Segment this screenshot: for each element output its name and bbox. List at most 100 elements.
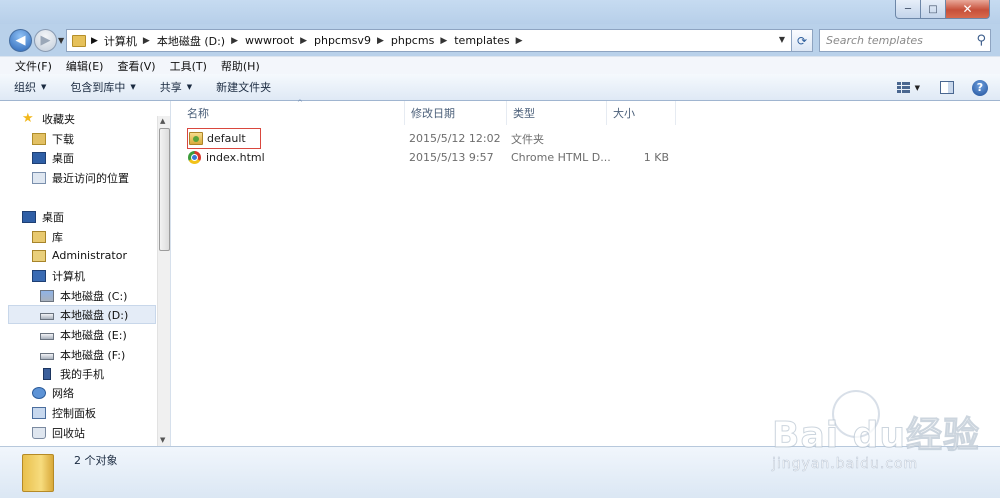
help-icon[interactable]: ?	[972, 79, 988, 96]
preview-pane-icon[interactable]	[940, 81, 954, 94]
drive-icon	[40, 353, 54, 360]
file-name-cell[interactable]: default	[187, 128, 261, 149]
new-folder-button[interactable]: 新建文件夹	[216, 79, 271, 95]
nav-label: 桌面	[52, 151, 74, 165]
nav-computer[interactable]: 计算机	[32, 266, 85, 285]
search-icon[interactable]: ⚲	[976, 33, 986, 48]
view-details-icon[interactable]	[896, 81, 911, 94]
file-name: index.html	[206, 151, 265, 164]
menu-edit[interactable]: 编辑(E)	[59, 58, 111, 74]
breadcrumb-label: phpcmsv9	[314, 34, 371, 47]
nav-desktop[interactable]: 桌面	[22, 207, 64, 226]
breadcrumb-wwwroot[interactable]: wwwroot ▶	[245, 30, 314, 51]
nav-downloads[interactable]: 下载	[32, 129, 74, 148]
column-header-size[interactable]: 大小	[607, 101, 676, 125]
column-header-type[interactable]: 类型	[507, 101, 607, 125]
nav-favorites-desktop[interactable]: 桌面	[32, 148, 74, 167]
close-button[interactable]: ✕	[946, 0, 990, 19]
folder-icon	[189, 132, 203, 145]
desktop-icon	[32, 151, 46, 164]
file-name-cell[interactable]: index.html	[188, 148, 265, 167]
scroll-up-button[interactable]: ▲	[160, 117, 165, 125]
nav-label: 库	[52, 230, 63, 244]
scroll-down-button[interactable]: ▼	[160, 436, 165, 444]
breadcrumb-label: 本地磁盘 (D:)	[156, 34, 226, 48]
breadcrumb-separator[interactable]: ▶	[231, 36, 238, 46]
organize-button[interactable]: 组织 ▼	[14, 79, 46, 95]
include-in-library-button[interactable]: 包含到库中 ▼	[70, 79, 135, 95]
nav-recent-places[interactable]: 最近访问的位置	[32, 168, 129, 187]
nav-drive-c[interactable]: 本地磁盘 (C:)	[40, 286, 127, 305]
breadcrumb-separator[interactable]: ▶	[143, 36, 150, 46]
file-type: 文件夹	[511, 132, 544, 146]
scrollbar-thumb[interactable]	[159, 128, 170, 251]
file-date-modified: 2015/5/13 9:57	[409, 151, 494, 164]
file-size: 1 KB	[643, 151, 669, 164]
nav-drive-f[interactable]: 本地磁盘 (F:)	[40, 345, 125, 364]
refresh-button[interactable]: ⟳	[792, 29, 813, 52]
nav-recycle-bin[interactable]: 回收站	[32, 423, 85, 442]
column-label: 修改日期	[411, 107, 455, 120]
folder-icon	[72, 34, 86, 47]
nav-label: 本地磁盘 (D:)	[60, 308, 129, 322]
column-header-date-modified[interactable]: 修改日期	[405, 101, 507, 125]
menu-tools[interactable]: 工具(T)	[163, 58, 214, 74]
breadcrumb-phpcmsv9[interactable]: phpcmsv9 ▶	[314, 30, 391, 51]
breadcrumb-separator[interactable]: ▶	[516, 36, 523, 46]
nav-control-panel[interactable]: 控制面板	[32, 403, 96, 422]
address-history-dropdown[interactable]: ▼	[779, 35, 785, 44]
title-bar: ─ □ ✕	[0, 0, 1000, 24]
search-input[interactable]: Search templates ⚲	[819, 29, 991, 52]
drive-icon	[40, 313, 54, 320]
breadcrumb-label: templates	[454, 34, 510, 47]
nav-network[interactable]: 网络	[32, 383, 74, 402]
minimize-button[interactable]: ─	[895, 0, 921, 19]
breadcrumb-templates[interactable]: templates ▶	[454, 30, 529, 51]
breadcrumb-computer[interactable]: 计算机 ▶	[104, 30, 157, 51]
star-icon: ★	[22, 110, 34, 126]
nav-my-phone[interactable]: 我的手机	[40, 364, 104, 383]
forward-button[interactable]: ▶	[34, 29, 57, 52]
nav-label: 我的手机	[60, 367, 104, 381]
breadcrumb-drive-d[interactable]: 本地磁盘 (D:) ▶	[157, 30, 245, 51]
file-type: Chrome HTML D...	[511, 151, 611, 164]
breadcrumb-label: phpcms	[390, 34, 435, 47]
nav-label: 下载	[52, 132, 74, 146]
recent-pages-dropdown[interactable]: ▼	[58, 36, 64, 45]
nav-label: 网络	[52, 386, 74, 400]
address-row: ◀ ▶ ▼ ▶ 计算机 ▶ 本地磁盘 (D:) ▶ wwwroot ▶ phpcmsv…	[0, 24, 1000, 56]
watermark-brand: Bai du经验	[771, 415, 981, 457]
nav-user[interactable]: Administrator	[32, 246, 127, 265]
menu-view[interactable]: 查看(V)	[110, 58, 162, 74]
table-row[interactable]: default 2015/5/12 12:02 文件夹	[185, 128, 845, 149]
breadcrumb-phpcms[interactable]: phpcms ▶	[391, 30, 454, 51]
maximize-button[interactable]: □	[921, 0, 946, 19]
nav-favorites[interactable]: ★ 收藏夹	[22, 109, 75, 128]
highlighted-file-name[interactable]: default	[187, 128, 261, 149]
share-button[interactable]: 共享 ▼	[160, 79, 192, 95]
desktop-icon	[22, 210, 36, 223]
item-count: 2 个对象	[74, 454, 118, 467]
nav-label: 控制面板	[52, 406, 96, 420]
breadcrumb-separator[interactable]: ▶	[377, 36, 384, 46]
table-row[interactable]: index.html 2015/5/13 9:57 Chrome HTML D.…	[185, 148, 845, 167]
nav-libraries[interactable]: 库	[32, 227, 63, 246]
nav-label: 最近访问的位置	[52, 171, 129, 185]
downloads-folder-icon	[32, 132, 46, 145]
nav-label: Administrator	[52, 249, 127, 262]
change-view-dropdown[interactable]: ▼	[915, 84, 920, 92]
search-placeholder: Search templates	[826, 34, 923, 47]
breadcrumb-separator[interactable]: ▶	[300, 36, 307, 46]
nav-drive-e[interactable]: 本地磁盘 (E:)	[40, 325, 127, 344]
breadcrumb-separator[interactable]: ▶	[440, 36, 447, 46]
breadcrumb-root-arrow[interactable]: ▶	[91, 30, 98, 51]
back-button[interactable]: ◀	[9, 29, 32, 52]
nav-drive-d[interactable]: 本地磁盘 (D:)	[8, 305, 156, 324]
view-controls: ▼ ?	[896, 74, 1000, 101]
menu-file[interactable]: 文件(F)	[8, 58, 59, 74]
menu-help[interactable]: 帮助(H)	[214, 58, 267, 74]
address-bar[interactable]: ▶ 计算机 ▶ 本地磁盘 (D:) ▶ wwwroot ▶ phpcmsv9 ▶ php…	[66, 29, 792, 52]
navigation-scrollbar[interactable]: ▲ ▼	[157, 116, 170, 446]
nav-label: 本地磁盘 (C:)	[60, 289, 128, 303]
column-header-name[interactable]: 名称 ^	[181, 99, 405, 125]
